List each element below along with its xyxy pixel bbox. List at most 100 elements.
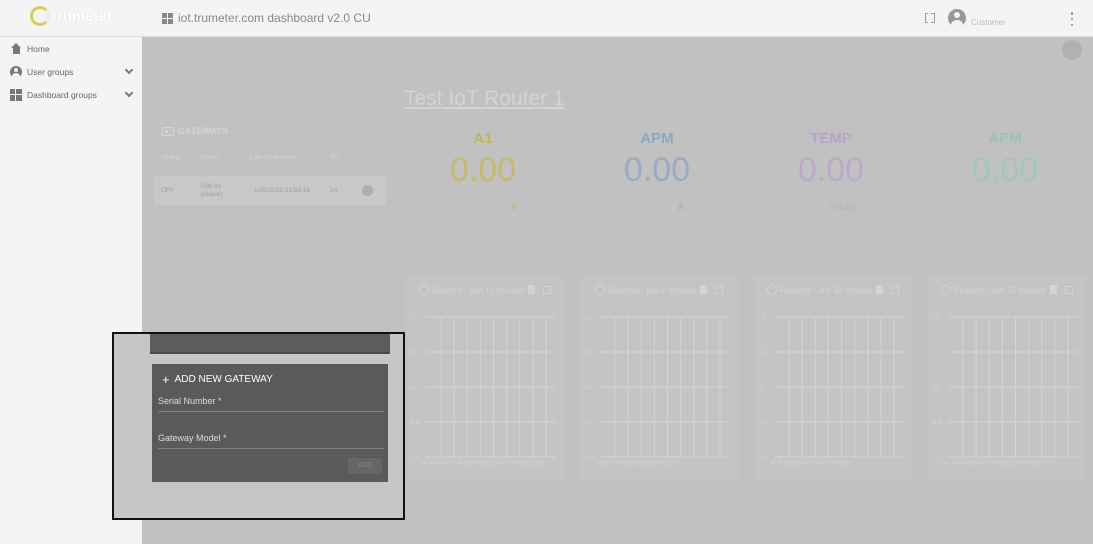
value-unit: Celcius	[828, 202, 858, 212]
fullscreen-icon[interactable]	[925, 12, 935, 23]
chart-x-ticks: 09:30 09:35 09:40 09:45 09:50 09:55	[770, 461, 852, 467]
more-vert-icon[interactable]	[1068, 12, 1076, 26]
chart-y-tick: 1.0	[584, 315, 591, 321]
gateway-last-active: 1/08/2022 21:59:18	[254, 187, 311, 194]
chart-card: Realtime - last 15 minutes 1.0 0.5 0.0 -0.5…	[406, 275, 564, 480]
column-tel[interactable]: Tel	[330, 154, 338, 161]
sidebar-item-label: Dashboard groups	[27, 90, 97, 100]
add-gateway-title: + ADD NEW GATEWAY	[162, 372, 273, 387]
value-unit: V	[511, 202, 518, 212]
gateway-model-field[interactable]: Gateway Model *	[158, 433, 384, 449]
chart-y-tick: -0.5	[758, 420, 767, 426]
chart-title: Realtime - last 2 minutes	[607, 286, 697, 295]
chart-y-tick: 1.0	[758, 315, 765, 321]
chart-y-tick: 0.5	[758, 350, 765, 356]
sidebar-item-user-groups[interactable]: User groups	[10, 62, 135, 82]
chart-y-tick: 0.5	[932, 350, 939, 356]
chevron-down-icon[interactable]	[124, 65, 134, 75]
fullscreen-icon[interactable]	[1065, 286, 1074, 294]
serial-number-label: Serial Number *	[158, 396, 222, 406]
router-icon	[162, 126, 174, 136]
chart-y-tick: -0.5	[584, 420, 593, 426]
chart-y-tick: 1.0	[932, 315, 939, 321]
dashboard-icon	[10, 89, 22, 101]
chart-title: Realtime - last 15 minutes	[431, 286, 525, 295]
table-row[interactable]: OFF GW 01 (Gawe) 1/08/2022 21:59:18 24	[154, 176, 386, 205]
value-number: 0.00	[449, 151, 517, 189]
gateways-table-header: Status Name Last Time Active Tel	[162, 154, 382, 164]
gateway-model-label: Gateway Model *	[158, 433, 227, 443]
export-icon[interactable]	[1050, 285, 1058, 294]
user-name[interactable]: Customer	[971, 18, 1006, 27]
dashboard-title: iot.trumeter.com dashboard v2.0 CU	[162, 11, 371, 25]
chart-x-ticks: 09:58:00 09:58:30 09:59:00 09:59:30	[596, 461, 678, 467]
chart-y-tick: 1.0	[410, 315, 417, 321]
gateway-name: GW 01 (Gawe)	[201, 183, 223, 198]
value-card-apm: APM 0.00 A	[572, 130, 742, 212]
value-card-a1: A1 0.00 V	[398, 130, 568, 212]
chart-header: Realtime - last 15 minutes	[406, 285, 564, 295]
gateways-heading: GATEWAYS	[162, 126, 228, 136]
value-card-apm-2: APM 0.00 V	[920, 130, 1090, 212]
export-icon[interactable]	[528, 285, 536, 294]
router-title[interactable]: Test IoT Router 1	[404, 87, 565, 111]
add-gateway-panel: + ADD NEW GATEWAY Serial Number * Gatewa…	[152, 364, 388, 482]
account-circle-icon	[10, 66, 22, 78]
history-icon[interactable]	[594, 285, 605, 295]
dashboard-title-text: iot.trumeter.com dashboard v2.0 CU	[178, 11, 371, 25]
chart-x-ticks: 09:44 09:46 09:48 09:50 09:52 09:54 09:5…	[422, 461, 546, 467]
value-label: A1	[473, 130, 493, 147]
export-icon[interactable]	[876, 285, 884, 294]
gateways-heading-text: GATEWAYS	[178, 126, 229, 136]
chart-plot: 1.0 0.5 0.0 -0.5 -1.009:58:00 09:58:30 09:59…	[584, 315, 730, 467]
sidebar-item-dashboard-groups[interactable]: Dashboard groups	[10, 85, 135, 105]
logo-ring-icon	[30, 6, 50, 26]
chart-y-tick: -1.0	[410, 455, 419, 461]
chart-card: Realtime - last 15 minutes 1.0 0.5 0.0 -0.5…	[928, 275, 1086, 480]
value-unit: A	[678, 202, 685, 212]
column-last-active[interactable]: Last Time Active	[250, 154, 297, 161]
chart-title: Realtime - last 30 minutes	[779, 286, 873, 295]
chart-plot: 1.0 0.5 0.0 -0.5 -1.009:44 09:46 09:48 09:50…	[410, 315, 556, 467]
history-icon[interactable]	[940, 285, 951, 295]
value-label: TEMP	[810, 130, 852, 147]
chart-header: Realtime - last 2 minutes	[580, 285, 738, 295]
chart-header: Realtime - last 30 minutes	[754, 285, 912, 295]
gateway-status: OFF	[161, 187, 174, 194]
history-icon[interactable]	[766, 285, 777, 295]
history-icon[interactable]	[418, 285, 429, 295]
column-status[interactable]: Status	[162, 154, 180, 161]
fullscreen-icon[interactable]	[891, 286, 900, 294]
chart-header: Realtime - last 15 minutes	[928, 285, 1086, 295]
sidebar-item-label: User groups	[27, 67, 74, 77]
value-label: APM	[640, 130, 674, 147]
value-unit: V	[1032, 202, 1039, 212]
top-app-bar: trumeter iot.trumeter.com dashboard v2.0…	[0, 0, 1093, 37]
chart-title: Realtime - last 15 minutes	[953, 286, 1047, 295]
column-name[interactable]: Name	[201, 154, 218, 161]
value-card-temp: TEMP 0.00 Celcius	[746, 130, 916, 212]
serial-number-field[interactable]: Serial Number *	[158, 396, 384, 412]
export-icon[interactable]	[700, 285, 708, 294]
account-avatar-icon[interactable]	[948, 9, 966, 27]
plus-icon: +	[162, 372, 170, 387]
add-gateway-button[interactable]: ADD	[348, 458, 382, 474]
sidebar-item-label: Home	[27, 44, 50, 54]
chevron-down-icon[interactable]	[124, 88, 134, 98]
app-logo[interactable]: trumeter	[30, 6, 113, 26]
dashboard-more-button[interactable]: ···	[1062, 40, 1082, 60]
sidebar-item-home[interactable]: Home	[10, 39, 135, 59]
chart-y-tick: 0.0	[932, 385, 939, 391]
value-label: APM	[988, 130, 1022, 147]
dashboard-grid-icon	[162, 12, 173, 24]
chart-y-tick: -1.0	[584, 455, 593, 461]
chart-y-tick: -0.5	[410, 420, 419, 426]
value-number: 0.00	[971, 151, 1039, 189]
chart-card: Realtime - last 30 minutes 1.0 0.5 0.0 -0.5…	[754, 275, 912, 480]
chart-plot: 1.0 0.5 0.0 -0.5 -1.009:30 09:35 09:40 09:45…	[758, 315, 904, 467]
highlight-box: + ADD NEW GATEWAY Serial Number * Gatewa…	[112, 332, 405, 520]
fullscreen-icon[interactable]	[715, 286, 724, 294]
add-gateway-title-text: ADD NEW GATEWAY	[174, 374, 273, 385]
gateway-action-icon[interactable]	[362, 185, 373, 196]
fullscreen-icon[interactable]	[543, 286, 552, 294]
